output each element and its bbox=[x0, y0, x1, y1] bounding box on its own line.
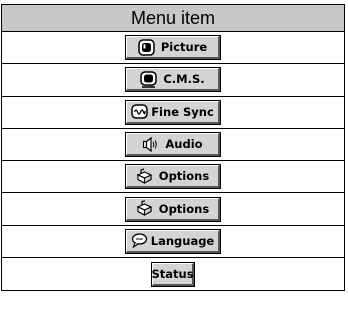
language-label: Language bbox=[150, 233, 215, 248]
menu-row-cms: C.M.S. bbox=[2, 64, 344, 97]
menu-row-status: Status bbox=[2, 258, 344, 290]
speaker-icon bbox=[142, 136, 159, 153]
options-box-icon bbox=[136, 168, 153, 185]
menu-header: Menu item bbox=[2, 5, 344, 32]
menu-row-options-1: Options bbox=[2, 161, 344, 194]
fine-sync-label: Fine Sync bbox=[151, 104, 214, 119]
tv-cms-icon bbox=[140, 71, 158, 88]
audio-label: Audio bbox=[165, 137, 203, 152]
picture-button[interactable]: Picture bbox=[125, 35, 221, 61]
cms-label: C.M.S. bbox=[163, 72, 205, 87]
status-button[interactable]: Status bbox=[151, 261, 195, 287]
picture-label: Picture bbox=[160, 40, 208, 55]
speech-bubble-icon bbox=[131, 232, 148, 249]
options-label-1: Options bbox=[158, 169, 210, 184]
options-label-2: Options bbox=[158, 201, 210, 216]
options-box-icon bbox=[136, 200, 153, 217]
tv-picture-icon bbox=[138, 38, 155, 56]
fine-sync-button[interactable]: Fine Sync bbox=[125, 99, 221, 125]
menu-table: Menu item Picture C.M.S. Fine Sync Audio… bbox=[1, 4, 345, 292]
menu-row-audio: Audio bbox=[2, 129, 344, 162]
audio-button[interactable]: Audio bbox=[125, 132, 221, 158]
menu-row-language: Language bbox=[2, 226, 344, 259]
fine-sync-icon bbox=[131, 103, 148, 120]
options-button-1[interactable]: Options bbox=[125, 164, 221, 190]
menu-row-fine-sync: Fine Sync bbox=[2, 97, 344, 129]
options-button-2[interactable]: Options bbox=[125, 196, 221, 222]
menu-row-options-2: Options bbox=[2, 193, 344, 226]
menu-row-picture: Picture bbox=[2, 32, 344, 65]
status-label: Status bbox=[151, 266, 194, 281]
language-button[interactable]: Language bbox=[125, 228, 221, 254]
cms-button[interactable]: C.M.S. bbox=[125, 67, 221, 93]
